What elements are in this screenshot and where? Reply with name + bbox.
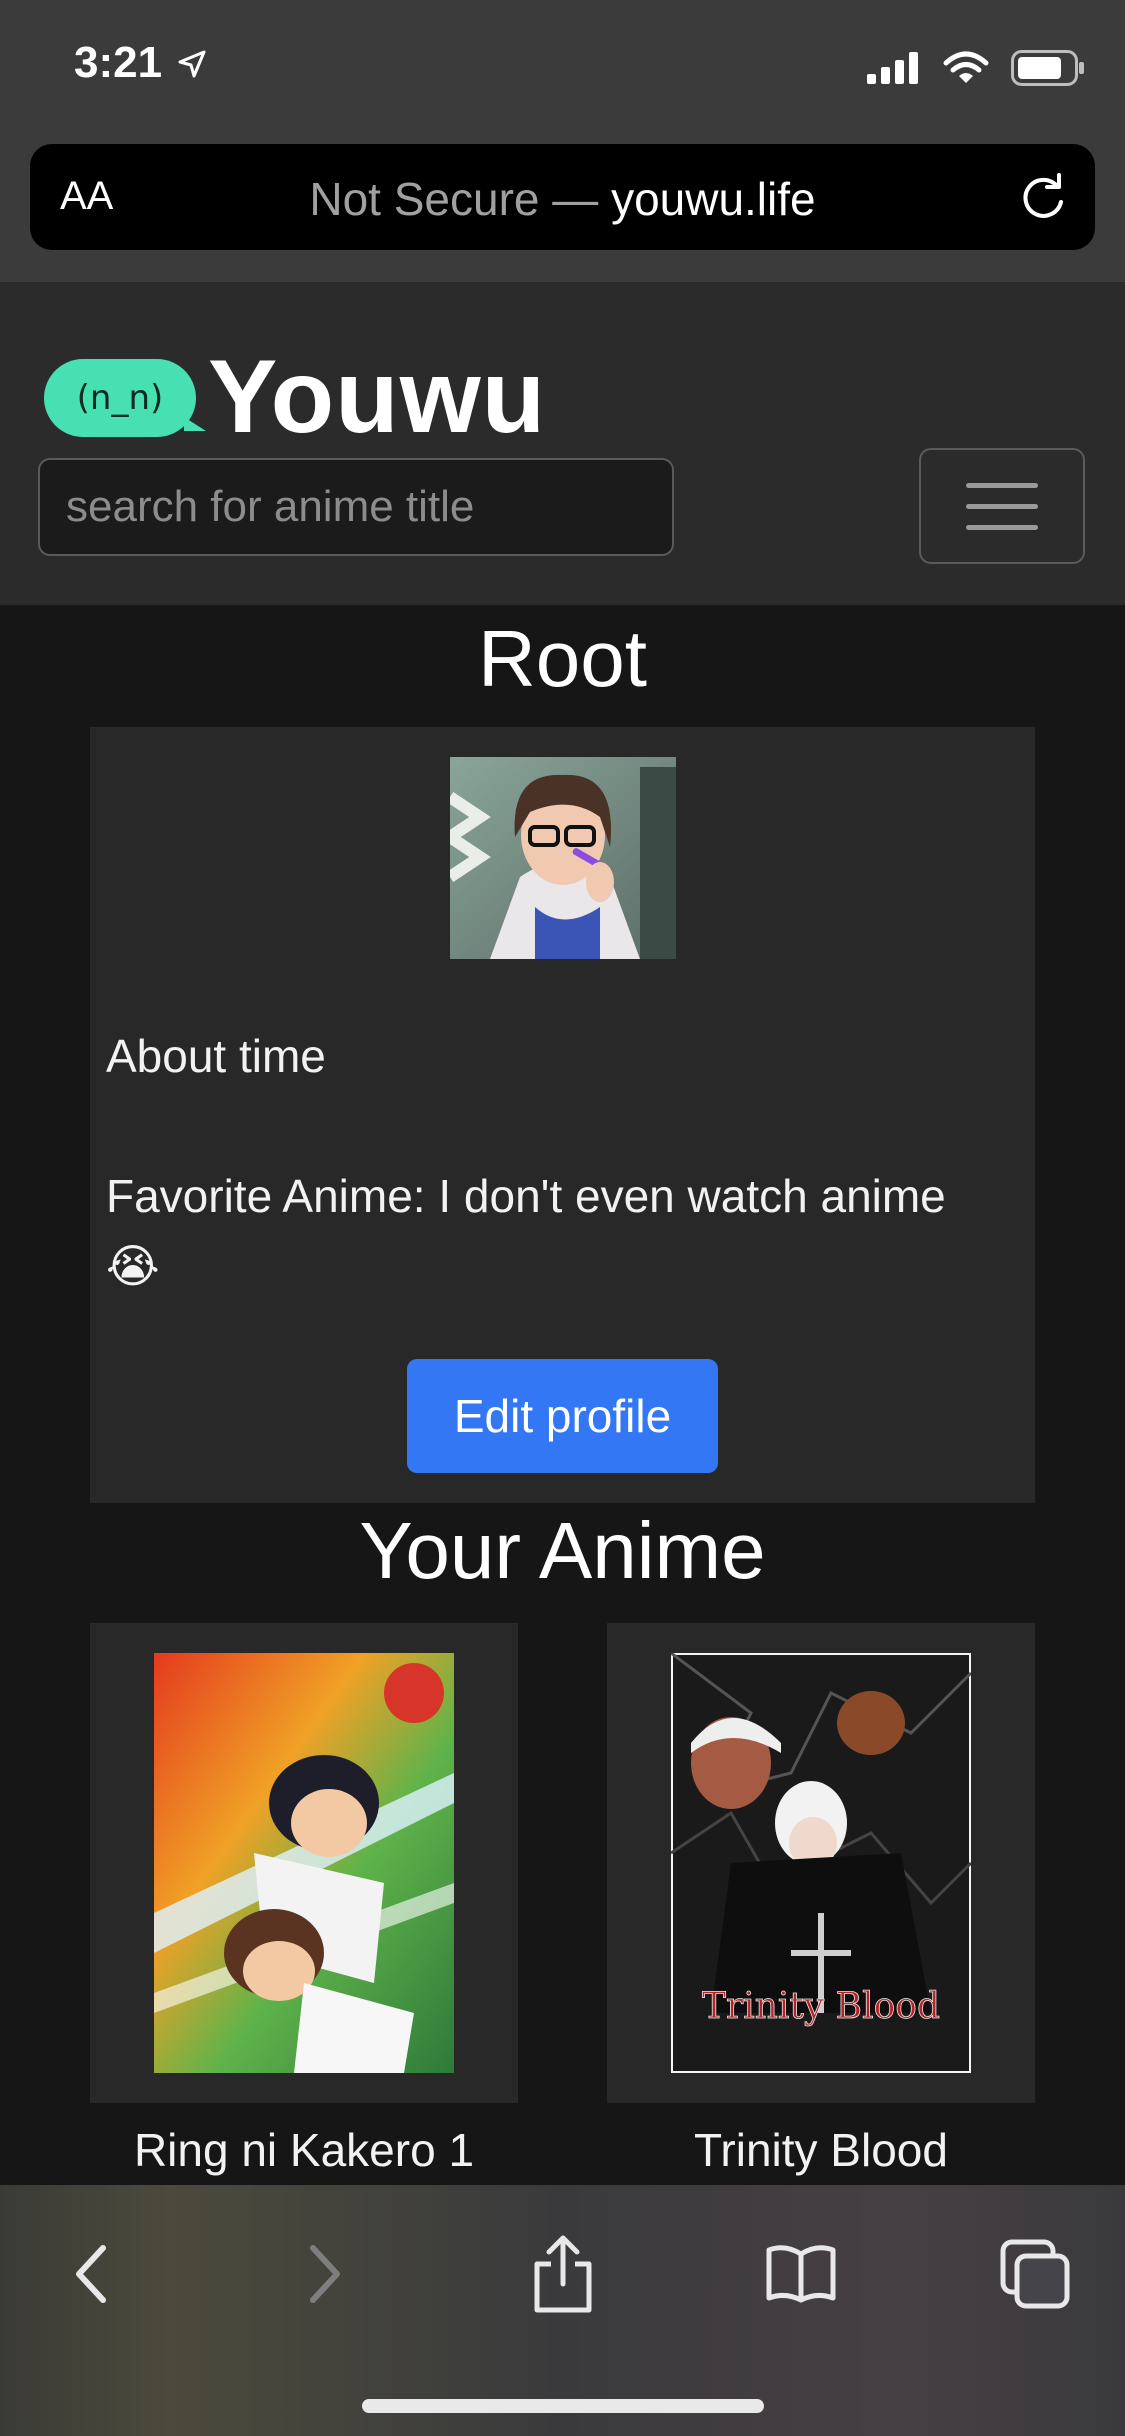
anime-poster-trinity-blood[interactable]: Trinity Blood [671, 1653, 971, 2073]
chevron-left-icon [76, 2245, 106, 2303]
anime-card[interactable]: Trinity Blood [607, 1623, 1035, 2103]
profile-username: Root [478, 614, 647, 703]
bookmarks-button[interactable] [756, 2229, 846, 2319]
site-header: (n_n) Youwu [0, 282, 1125, 605]
browser-chrome: AA Not Secure — youwu.life [0, 142, 1125, 282]
tabs-button[interactable] [990, 2229, 1080, 2319]
share-button[interactable] [518, 2229, 608, 2319]
page: 3:21 AA Not Secure — youwu.life (n_n) Yo… [0, 0, 1125, 2436]
forward-button[interactable] [280, 2229, 370, 2319]
url-text[interactable]: Not Secure — youwu.life [30, 172, 1095, 226]
location-arrow-icon [178, 50, 206, 78]
status-time: 3:21 [74, 38, 163, 87]
your-anime-heading: Your Anime [359, 1506, 766, 1595]
cellular-signal-icon [867, 52, 918, 84]
hamburger-line [966, 503, 1038, 509]
anime-title[interactable]: Trinity Blood [607, 2123, 1035, 2177]
status-bar: 3:21 [0, 0, 1125, 142]
avatar [450, 757, 676, 959]
profile-card: About time Favorite Anime: I don't even … [90, 727, 1035, 1503]
hamburger-line [966, 524, 1038, 530]
home-indicator[interactable] [362, 2399, 764, 2413]
tabs-icon [1000, 2239, 1070, 2309]
crying-emoji-icon: 😭 [106, 1239, 160, 1293]
not-secure-label: Not Secure — [309, 173, 599, 225]
chevron-right-icon [310, 2245, 340, 2303]
logo-text: Youwu [208, 339, 547, 455]
url-host: youwu.life [611, 173, 816, 225]
system-icons [867, 50, 1085, 86]
favorite-text: Favorite Anime: I don't even watch anime [106, 1170, 946, 1222]
edit-profile-button[interactable]: Edit profile [407, 1359, 718, 1473]
hamburger-line [966, 482, 1038, 488]
wifi-icon [943, 51, 989, 83]
profile-favorite-anime: Favorite Anime: I don't even watch anime… [106, 1161, 1006, 1301]
anime-poster-ring-ni-kakero[interactable] [154, 1653, 454, 2073]
main-content: Root About time Favorite Anime: I don't … [0, 605, 1125, 2185]
logo-bubble-icon: (n_n) [44, 358, 206, 437]
anime-card[interactable] [90, 1623, 518, 2103]
site-logo[interactable]: (n_n) Youwu [44, 338, 546, 457]
address-bar[interactable]: AA Not Secure — youwu.life [30, 144, 1095, 250]
back-button[interactable] [46, 2229, 136, 2319]
menu-toggle-button[interactable] [919, 448, 1085, 564]
anime-title[interactable]: Ring ni Kakero 1 [90, 2123, 518, 2177]
profile-about: About time [106, 1030, 326, 1082]
search-input[interactable] [38, 458, 674, 556]
battery-icon [1011, 50, 1084, 86]
book-icon [766, 2245, 836, 2303]
poster-logo-text: Trinity Blood [702, 1986, 940, 2027]
reload-icon[interactable] [1017, 172, 1069, 224]
share-icon [534, 2235, 592, 2313]
